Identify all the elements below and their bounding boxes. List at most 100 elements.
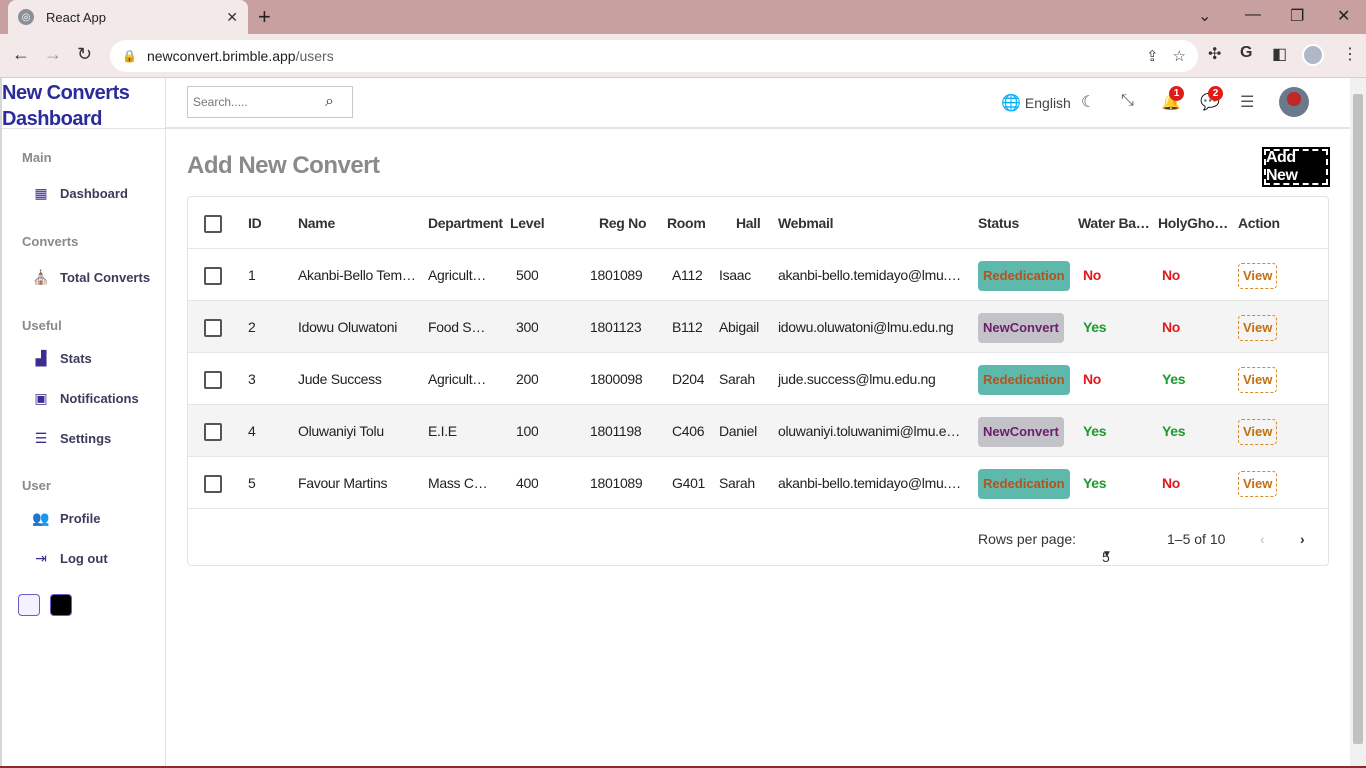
converts-table: ID Name Department Level Reg No Room Hal… [187,196,1329,566]
header-hall[interactable]: Hall [736,197,760,249]
view-button[interactable]: View [1238,419,1278,445]
row-checkbox[interactable] [204,475,222,493]
search-icon[interactable]: ⌕ [325,93,334,111]
restore-icon[interactable]: ❐ [1290,6,1304,26]
cell-holyghost: No [1162,475,1181,491]
cell-level: 500 [516,267,539,283]
select-all-checkbox[interactable] [204,215,222,233]
table-row[interactable]: 3 Jude Success Agricultu… 200 1800098 D204 Sar… [188,353,1328,405]
main-content: ⌕ 🌐 English ☾ ⤡ 🔔 1 💬 2 ☰ Add New Conver… [166,78,1350,768]
globe-icon: 🌐 [1001,95,1021,112]
page-scrollbar[interactable] [1350,78,1366,768]
grammarly-icon[interactable]: G [1240,44,1252,62]
minimize-icon[interactable]: — [1245,6,1261,24]
bookmark-star-icon[interactable]: ☆ [1173,47,1186,65]
sidebar-item-notifications[interactable]: ▣ Notifications [32,390,139,407]
search-input[interactable] [193,95,321,109]
scrollbar-thumb[interactable] [1353,94,1363,744]
header-room[interactable]: Room [667,197,705,249]
header-webmail[interactable]: Webmail [778,197,833,249]
row-checkbox[interactable] [204,267,222,285]
row-checkbox[interactable] [204,423,222,441]
side-panel-icon[interactable]: ◧ [1272,44,1287,64]
table-row[interactable]: 1 Akanbi-Bello Temi… Agricultu… 500 1801089 A… [188,249,1328,301]
view-button[interactable]: View [1238,367,1278,393]
table-row[interactable]: 4 Oluwaniyi Tolu E.I.E 100 1801198 C406 Daniel… [188,405,1328,457]
sidebar-item-label: Dashboard [60,186,128,201]
messages-badge: 2 [1208,86,1223,101]
tab-search-chevron-icon[interactable]: ⌄ [1198,6,1211,26]
header-action[interactable]: Action [1238,197,1280,249]
view-button[interactable]: View [1238,263,1278,289]
view-button[interactable]: View [1238,315,1278,341]
section-useful: Useful [22,318,62,333]
top-navbar: ⌕ 🌐 English ☾ ⤡ 🔔 1 💬 2 ☰ [166,78,1350,129]
header-regno[interactable]: Reg No [599,197,646,249]
cell-name: Oluwaniyi Tolu [298,423,384,439]
cell-department: E.I.E [428,423,457,439]
extensions-puzzle-icon[interactable]: ✣ [1208,44,1221,64]
dark-mode-moon-icon[interactable]: ☾ [1081,92,1095,112]
header-level[interactable]: Level [510,197,544,249]
table-row[interactable]: 2 Idowu Oluwatoni Food Sci… 300 1801123 B112 A… [188,301,1328,353]
brand[interactable]: New Converts Dashboard [2,78,165,130]
header-status[interactable]: Status [978,197,1019,249]
row-checkbox[interactable] [204,319,222,337]
header-id[interactable]: ID [248,197,261,249]
user-avatar[interactable] [1279,87,1309,117]
close-window-icon[interactable]: ✕ [1337,6,1350,26]
browser-menu-icon[interactable]: ⋮ [1342,44,1358,64]
header-holyghost[interactable]: HolyGhost … [1158,197,1230,249]
notifications-badge: 1 [1169,86,1184,101]
profile-avatar-icon[interactable] [1302,44,1324,66]
prev-page-icon[interactable]: ‹ [1260,531,1265,547]
new-tab-icon[interactable]: + [258,4,271,30]
chat-icon[interactable]: 💬 2 [1200,86,1223,112]
cell-webmail: jude.success@lmu.edu.ng [778,371,936,387]
browser-tab[interactable]: ◎ React App ✕ [8,0,248,34]
sidebar-item-logout[interactable]: ⇥ Log out [32,550,108,567]
cell-id: 1 [248,267,256,283]
cell-water-baptism: No [1083,267,1102,283]
lock-icon: 🔒 [122,49,137,63]
cell-room: G401 [672,475,706,491]
sidebar-item-total-converts[interactable]: ⛪ Total Converts [32,269,150,286]
header-name[interactable]: Name [298,197,335,249]
back-arrow-icon[interactable]: ← [12,44,30,65]
cell-hall: Isaac [719,267,751,283]
fullscreen-exit-icon[interactable]: ⤡ [1121,92,1134,110]
view-button[interactable]: View [1238,471,1278,497]
app-root: New Converts Dashboard Main ▦ Dashboard … [0,78,1350,768]
caret-down-icon: ▼ [1102,549,1112,560]
sidebar-item-dashboard[interactable]: ▦ Dashboard [32,185,128,202]
language-selector[interactable]: 🌐 English [1001,93,1071,113]
section-user: User [22,478,51,493]
cell-holyghost: No [1162,267,1181,283]
cell-name: Favour Martins [298,475,388,491]
add-new-button[interactable]: Add New [1262,147,1330,187]
notifications-bell-icon[interactable]: 🔔 1 [1161,86,1184,112]
header-department[interactable]: Department [428,197,503,249]
cell-id: 2 [248,319,256,335]
address-bar[interactable]: 🔒 newconvert.brimble.app/users ⇪ ☆ [110,40,1198,72]
row-checkbox[interactable] [204,371,222,389]
light-theme-swatch[interactable] [18,594,40,616]
dark-theme-swatch[interactable] [50,594,72,616]
share-icon[interactable]: ⇪ [1146,47,1159,65]
table-row[interactable]: 5 Favour Martins Mass Co… 400 1801089 G401 Sar… [188,457,1328,509]
cell-hall: Sarah [719,475,755,491]
header-water-baptism[interactable]: Water Bap… [1078,197,1154,249]
sidebar-item-profile[interactable]: 👥 Profile [32,510,100,527]
cell-regno: 1801123 [590,319,642,335]
sidebar-item-label: Notifications [60,391,139,406]
cell-department: Food Sci… [428,319,492,335]
sidebar-item-settings[interactable]: ☰ Settings [32,430,112,447]
reload-icon[interactable]: ↻ [77,44,92,65]
next-page-icon[interactable]: › [1300,531,1305,547]
close-tab-icon[interactable]: ✕ [226,9,238,26]
forward-arrow-icon[interactable]: → [44,44,62,65]
sidebar-item-stats[interactable]: ▟ Stats [32,350,92,367]
cell-webmail: akanbi-bello.temidayo@lmu.e… [778,475,966,491]
cell-name: Jude Success [298,371,382,387]
list-icon[interactable]: ☰ [1240,92,1254,112]
